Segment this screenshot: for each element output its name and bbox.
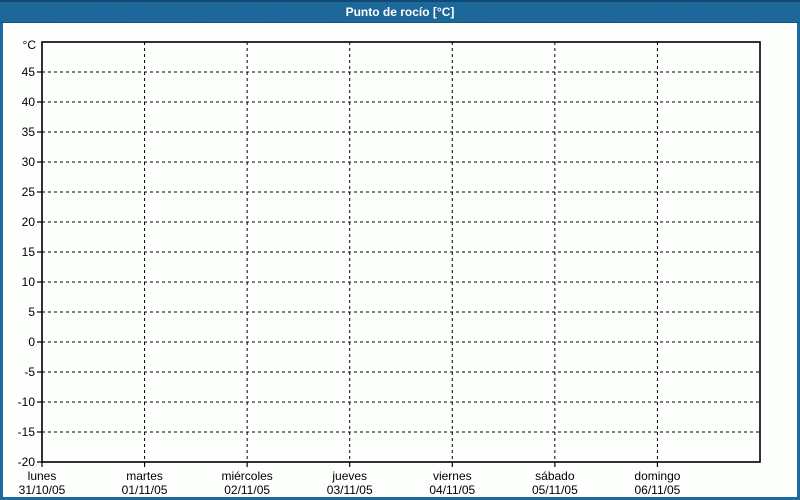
y-axis-label: 15 <box>22 245 36 259</box>
plot-border <box>41 41 761 463</box>
x-axis-date-label: 04/11/05 <box>429 483 475 497</box>
x-axis-date-label: 05/11/05 <box>532 483 578 497</box>
y-axis-label: 35 <box>22 125 36 139</box>
y-axis-label: 0 <box>28 335 35 349</box>
x-axis-date-label: 02/11/05 <box>224 483 270 497</box>
x-axis-day-label: martes <box>126 469 163 483</box>
y-axis-label: -20 <box>18 455 36 469</box>
x-axis-day-label: lunes <box>28 469 57 483</box>
chart-window: Punto de rocío [°C] 45 40 35 30 25 20 15 10 5 0 -5… <box>0 0 800 500</box>
x-axis-day-label: domingo <box>634 469 680 483</box>
y-axis-label: 30 <box>22 155 36 169</box>
x-axis-day-label: sábado <box>535 469 575 483</box>
x-axis-day-label: miércoles <box>221 469 272 483</box>
y-axis-label: -10 <box>18 395 36 409</box>
y-axis-label: 40 <box>22 95 36 109</box>
x-axis-date-label: 31/10/05 <box>19 483 66 497</box>
x-axis-date-label: 03/11/05 <box>327 483 373 497</box>
y-axis-label: 10 <box>22 275 36 289</box>
x-axis-day-label: viernes <box>433 469 472 483</box>
x-axis-date-label: 06/11/05 <box>635 483 681 497</box>
y-axis-label: -5 <box>24 365 35 379</box>
y-axis-label: 45 <box>22 65 36 79</box>
y-axis-label: 25 <box>22 185 36 199</box>
y-axis-label: 20 <box>22 215 36 229</box>
y-axis-label: 5 <box>28 305 35 319</box>
x-axis-date-label: 01/11/05 <box>122 483 168 497</box>
y-axis-label: -15 <box>18 425 36 439</box>
plot-area: 45 40 35 30 25 20 15 10 5 0 -5 -10 -15 -20 °C lunes31/1… <box>18 38 761 497</box>
x-axis-day-label: jueves <box>331 469 367 483</box>
y-axis-unit-label: °C <box>23 38 37 52</box>
